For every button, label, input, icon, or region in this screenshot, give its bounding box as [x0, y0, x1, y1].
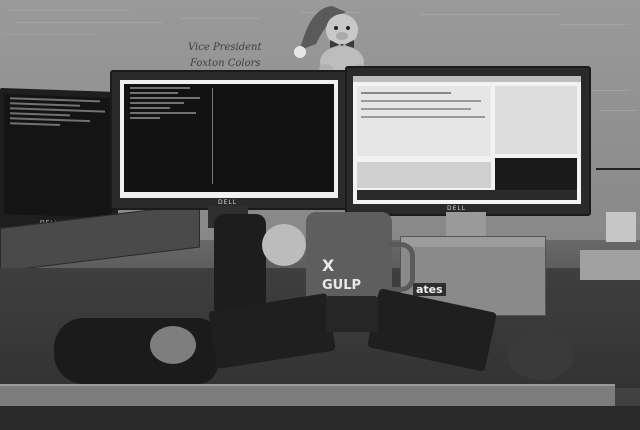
bottle — [214, 214, 266, 312]
desk-edge — [0, 384, 615, 408]
photo-scene: Vice President Foxton Colors DELL DELL a… — [0, 0, 640, 430]
right-monitor-stand — [446, 212, 486, 236]
right-monitor-brand-label: DELL — [447, 205, 467, 212]
cup-name-label: GULP — [322, 278, 362, 293]
whiteboard-note-vice-president: Vice President — [188, 42, 262, 53]
keyboard-center — [326, 296, 378, 332]
left-monitor-brand-label: DELL — [218, 199, 238, 206]
right-monitor: DELL — [345, 66, 591, 216]
laptop-screen — [4, 94, 112, 218]
cup-handle — [388, 242, 415, 292]
right-mouse — [508, 330, 574, 380]
left-mouse — [150, 326, 196, 364]
left-monitor: DELL — [110, 70, 348, 210]
box-label: ates — [413, 283, 446, 296]
left-monitor-screen — [120, 80, 338, 198]
cup-logo: X — [322, 256, 335, 275]
tape-roll — [262, 224, 306, 266]
right-monitor-screen — [353, 76, 581, 204]
whiteboard-note-foxton-colors: Foxton Colors — [190, 58, 261, 69]
